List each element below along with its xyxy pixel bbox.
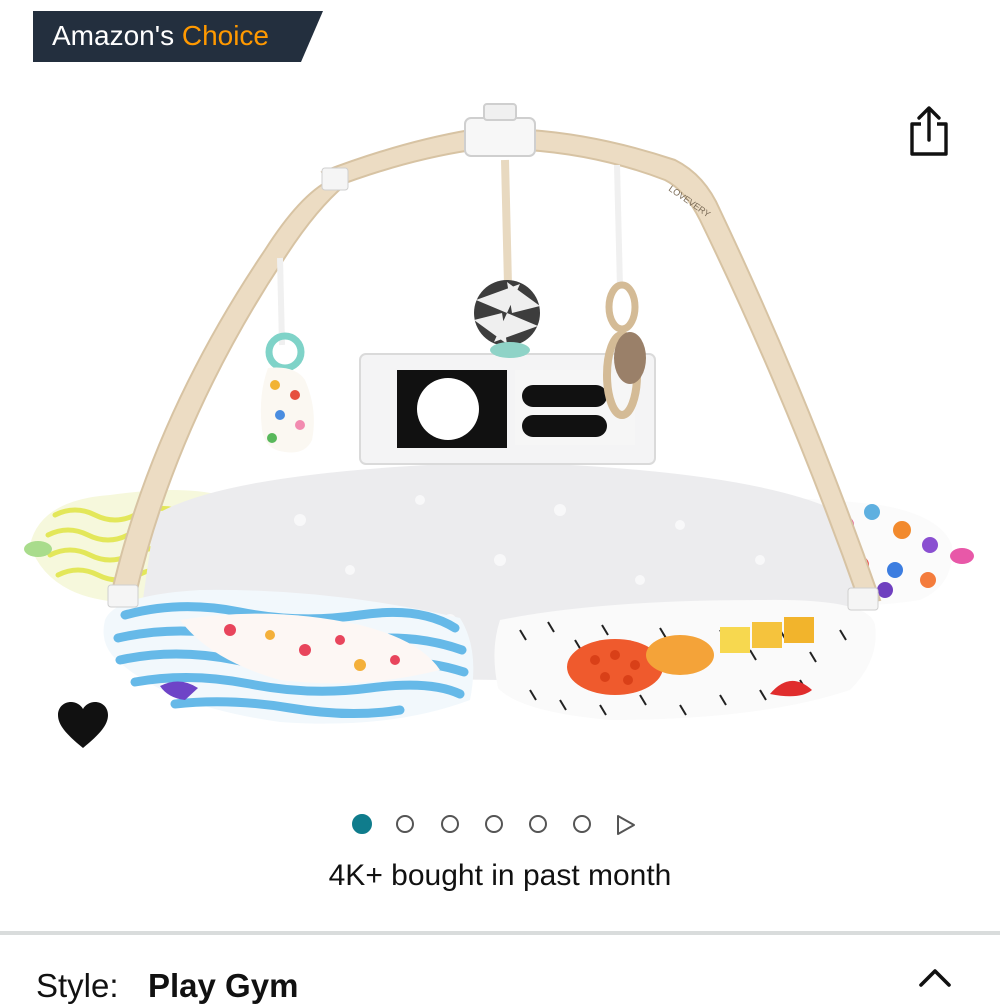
bought-in-past-month: 4K+ bought in past month [328, 859, 672, 892]
carousel-dot-5[interactable] [529, 815, 547, 833]
play-triangle-icon[interactable] [614, 813, 638, 837]
style-selector[interactable]: Style: Play Gym [0, 935, 1000, 1004]
badge-accent: Choice [181, 20, 270, 51]
badge-prefix: Amazon's [52, 20, 175, 51]
product-image[interactable]: LOVEVERY [20, 100, 980, 750]
carousel-dot-4[interactable] [485, 815, 503, 833]
image-carousel-indicator [0, 808, 1000, 842]
carousel-dot-1[interactable] [352, 814, 372, 834]
style-label: Style: [36, 967, 119, 1004]
carousel-dot-3[interactable] [441, 815, 459, 833]
carousel-dot-6[interactable] [573, 815, 591, 833]
badge-label: Amazon's Choice [52, 20, 269, 52]
heart-icon[interactable] [56, 700, 110, 752]
chevron-up-icon[interactable] [917, 965, 953, 989]
carousel-dot-2[interactable] [396, 815, 414, 833]
style-value: Play Gym [148, 967, 299, 1004]
share-icon[interactable] [904, 104, 954, 160]
amazons-choice-badge: Amazon's Choice [33, 11, 323, 62]
